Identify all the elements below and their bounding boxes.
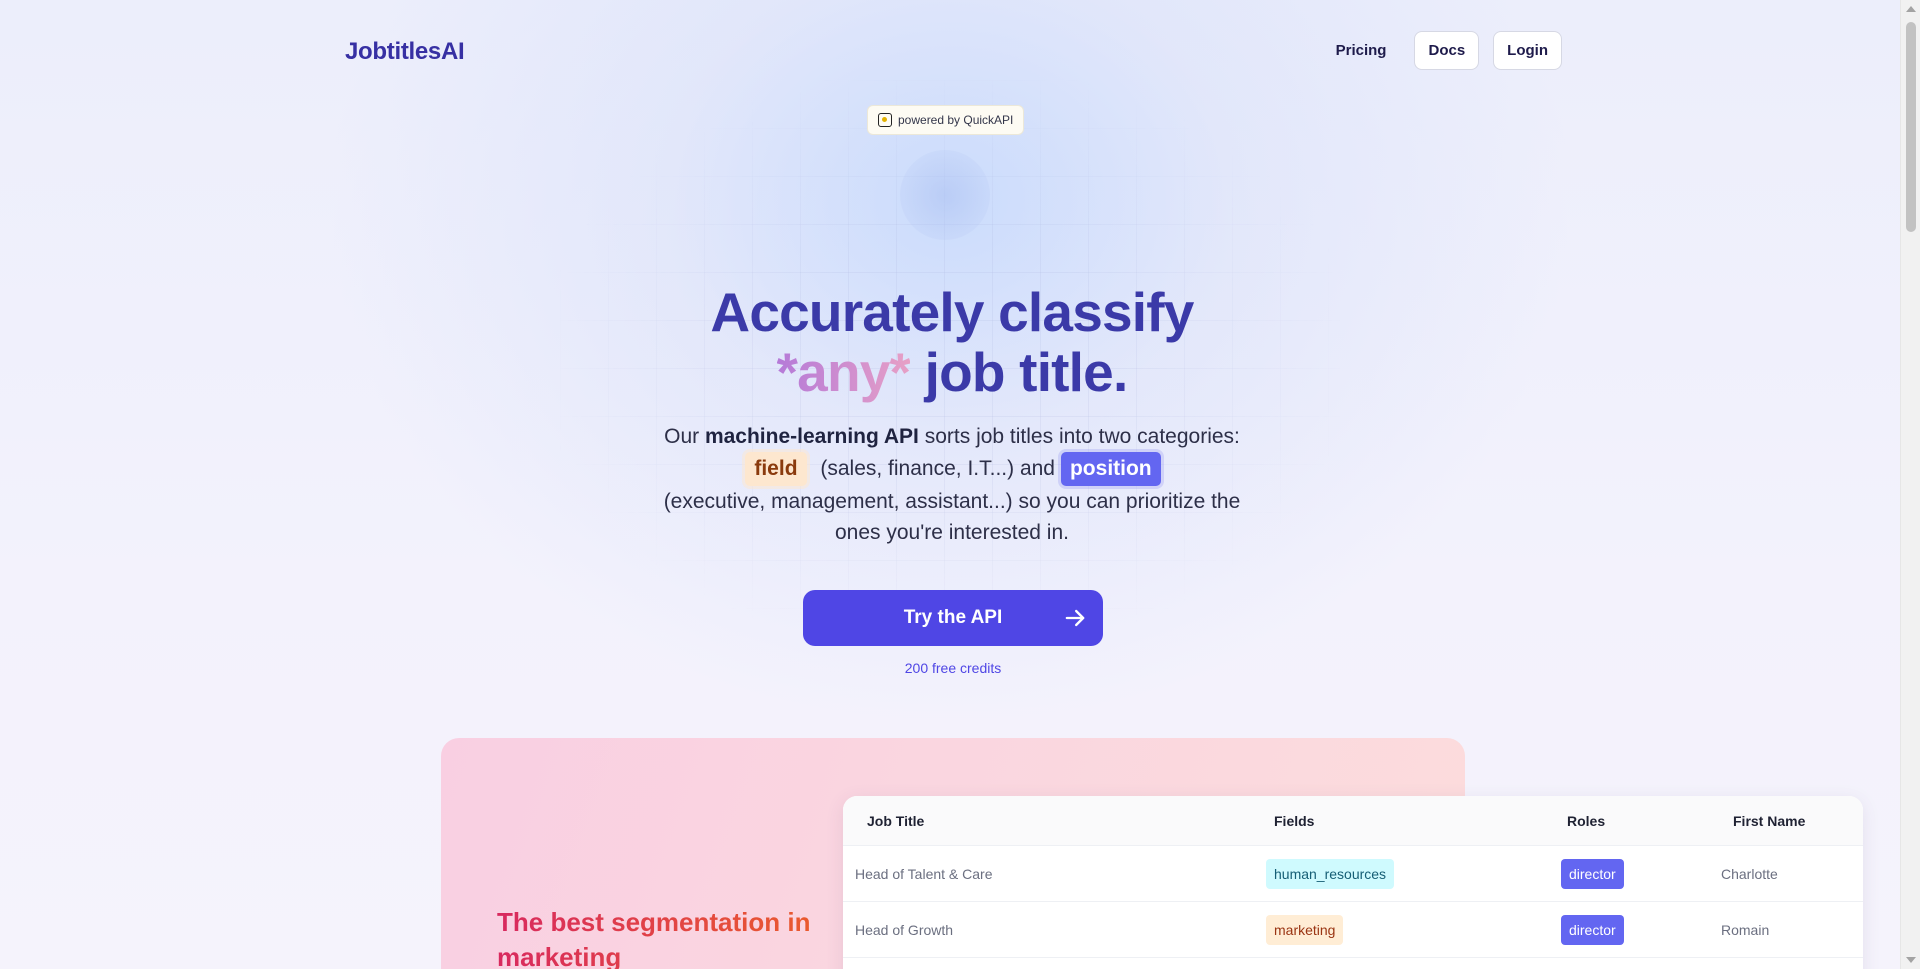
scrollbar-thumb[interactable] [1906, 22, 1916, 232]
hero-desc-end: (executive, management, assistant...) so… [663, 490, 1241, 544]
col-header-fields: Fields [1274, 812, 1315, 829]
try-api-button[interactable]: Try the API [803, 590, 1103, 646]
position-tag: position [1060, 452, 1161, 486]
col-header-first-name: First Name [1733, 812, 1806, 829]
hero-desc-mid2: (sales, finance, I.T...) and [814, 457, 1055, 480]
arrow-right-icon [1065, 609, 1085, 627]
scroll-up-arrow-icon[interactable] [1906, 6, 1916, 12]
quickapi-logo-icon [878, 113, 892, 127]
hero-title: Accurately classify *any* job title. [560, 282, 1344, 402]
logo[interactable]: JobtitlesAI [345, 38, 465, 66]
col-header-roles: Roles [1567, 812, 1606, 829]
cell-first-name: Charlotte [1721, 865, 1778, 882]
powered-by-badge[interactable]: powered by QuickAPI [867, 105, 1025, 135]
cell-job-title: Head of Talent & Care [855, 865, 993, 882]
free-credits-note: 200 free credits [904, 660, 1002, 676]
demo-heading: The best segmentation in marketing [497, 905, 817, 969]
role-pill: director [1561, 914, 1624, 945]
table-row: Head of Growth marketing director Romain [843, 902, 1863, 958]
cell-job-title: Head of Growth [855, 921, 954, 938]
hero-title-rest: job title. [910, 341, 1129, 403]
page-scrollbar[interactable] [1900, 0, 1920, 969]
nav-login-button[interactable]: Login [1493, 31, 1562, 70]
hero-desc-prefix: Our [664, 425, 705, 448]
table-row: Head of Talent & Care human_resources di… [843, 846, 1863, 902]
nav-docs-button[interactable]: Docs [1414, 31, 1480, 70]
table-header-row: Job Title Fields Roles First Name [843, 796, 1863, 846]
role-pill: director [1561, 858, 1624, 889]
scroll-down-arrow-icon[interactable] [1906, 957, 1916, 963]
hero-desc-bold: machine-learning API [704, 425, 919, 448]
col-header-job-title: Job Title [867, 812, 925, 829]
powered-by-label: powered by QuickAPI [898, 113, 1014, 127]
try-api-label: Try the API [903, 607, 1003, 628]
field-pill: human_resources [1266, 858, 1395, 889]
field-tag: field [745, 452, 807, 486]
cell-first-name: Romain [1721, 921, 1770, 938]
nav-pricing-link[interactable]: Pricing [1322, 32, 1401, 69]
demo-table: Job Title Fields Roles First Name Head o… [843, 796, 1863, 969]
hero-glow-decoration [900, 150, 990, 240]
hero-title-any: *any* [776, 341, 911, 403]
top-nav: Pricing Docs Login [1322, 31, 1562, 70]
hero-desc-mid1: sorts job titles into two categories: [918, 425, 1240, 448]
hero-description: Our machine-learning API sorts job title… [660, 421, 1244, 548]
hero-title-line1: Accurately classify [710, 281, 1194, 343]
field-pill: marketing [1266, 914, 1344, 945]
